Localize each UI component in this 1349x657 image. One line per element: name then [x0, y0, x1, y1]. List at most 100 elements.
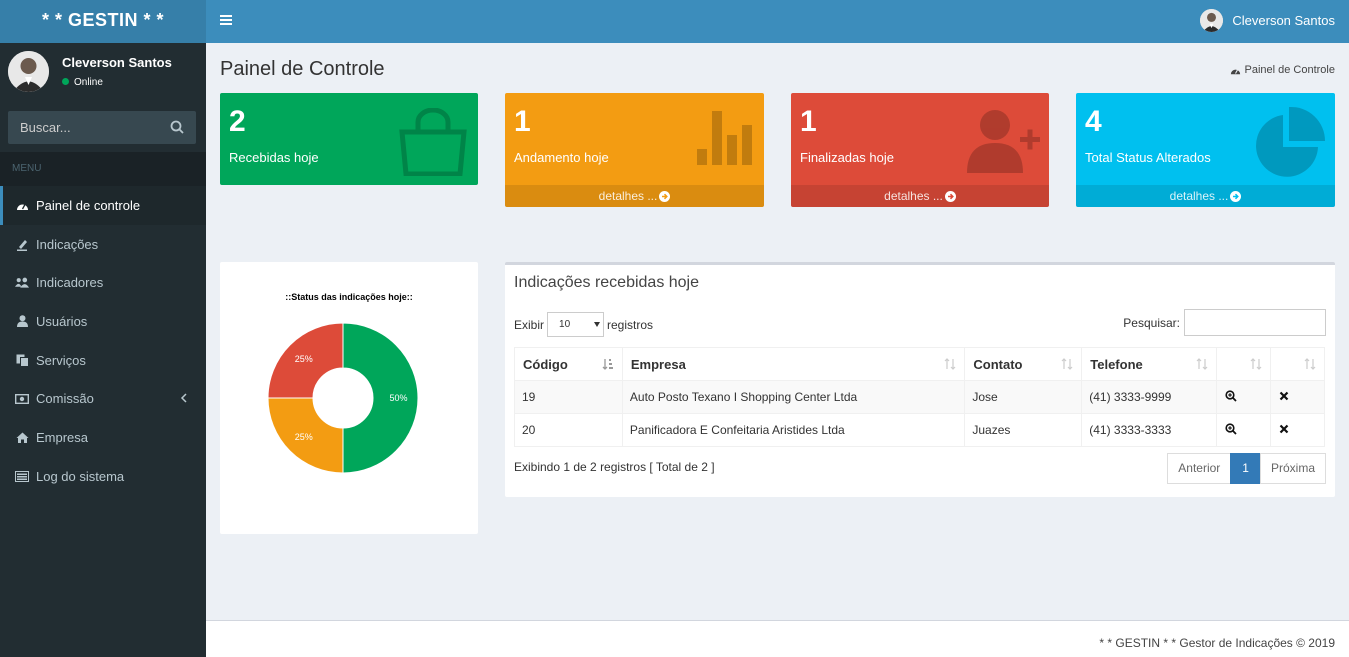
table-search: Pesquisar:	[1123, 309, 1326, 336]
pagination-next-button[interactable]: Próxima	[1259, 453, 1326, 484]
avatar	[1200, 9, 1224, 32]
sidebar-item-log-do-sistema[interactable]: Log do sistema	[0, 457, 206, 496]
money-icon	[15, 392, 29, 406]
footer-text: * * GESTIN * * Gestor de Indicações © 20…	[1099, 636, 1335, 650]
sidebar-item-servicos[interactable]: Serviços	[0, 341, 206, 380]
stat-box-recebidas: 2 Recebidas hoje	[220, 93, 478, 185]
table-search-input[interactable]	[1184, 309, 1326, 336]
sort-both-icon	[944, 358, 956, 370]
pie-chart-icon	[1256, 106, 1325, 177]
cell-empresa: Auto Posto Texano I Shopping Center Ltda	[621, 380, 966, 414]
page-length-control: Exibir 10 registros	[514, 312, 653, 337]
pagination-prev-button[interactable]: Anterior	[1167, 453, 1232, 484]
user-status-label: Online	[74, 77, 103, 88]
col-header-delete[interactable]	[1270, 347, 1325, 381]
data-table: Código Empresa Contato Telefone 19 Auto …	[514, 347, 1325, 447]
cell-empresa: Panificadora E Confeitaria Aristides Ltd…	[621, 413, 966, 447]
sidebar-item-empresa[interactable]: Empresa	[0, 418, 206, 457]
sidebar-item-label: Painel de controle	[36, 197, 141, 213]
stat-label: Andamento hoje	[514, 150, 609, 165]
dashboard-icon	[15, 198, 29, 212]
sidebar-search-input[interactable]	[8, 111, 158, 144]
zoom-in-icon[interactable]	[1225, 422, 1237, 435]
stat-number: 1	[514, 105, 531, 138]
stat-label: Total Status Alterados	[1085, 150, 1211, 165]
col-header-codigo[interactable]: Código	[514, 347, 623, 381]
arrow-circle-right-icon	[1230, 191, 1242, 202]
table-row: 19 Auto Posto Texano I Shopping Center L…	[514, 380, 1325, 414]
breadcrumb[interactable]: Painel de Controle	[1230, 64, 1335, 76]
dashboard-icon	[1231, 68, 1241, 74]
sort-both-icon	[1196, 358, 1208, 370]
pie-slice-label: 25%	[295, 432, 313, 442]
close-icon[interactable]	[1279, 424, 1289, 434]
more-info-label: detalhes ...	[1169, 189, 1229, 203]
more-info-link[interactable]: detalhes ...	[505, 185, 764, 207]
app-logo[interactable]: * * GESTIN * *	[0, 0, 206, 43]
pencil-icon	[15, 237, 29, 251]
menu-header: MENU	[0, 152, 206, 186]
col-header-label: Empresa	[630, 356, 686, 372]
sort-asc-icon	[602, 359, 613, 370]
chevron-left-icon	[180, 393, 187, 403]
user-status: Online	[62, 77, 103, 88]
pie-slice-label: 25%	[295, 354, 313, 364]
more-info-label: detalhes ...	[598, 189, 658, 203]
sidebar-item-painel-de-controle[interactable]: Painel de controle	[0, 186, 206, 225]
col-header-label: Contato	[973, 356, 1023, 372]
col-header-label: Telefone	[1090, 356, 1143, 372]
sort-both-icon	[1061, 358, 1073, 370]
more-info-label: detalhes ...	[884, 189, 943, 203]
table-header-row: Código Empresa Contato Telefone	[514, 347, 1325, 381]
user-icon	[15, 314, 29, 328]
stat-number: 1	[800, 105, 817, 138]
page-title: Painel de Controle	[220, 58, 385, 80]
pagination: Anterior 1 Próxima	[1167, 453, 1326, 484]
page-length-value: 10	[559, 319, 571, 330]
cell-delete	[1270, 413, 1325, 447]
stat-label: Recebidas hoje	[229, 150, 319, 165]
stat-label: Finalizadas hoje	[800, 150, 894, 165]
users-icon	[15, 276, 29, 290]
col-header-empresa[interactable]: Empresa	[621, 347, 966, 381]
zoom-in-icon[interactable]	[1225, 389, 1237, 402]
cell-contato: Juazes	[964, 413, 1083, 447]
cell-codigo: 19	[514, 380, 623, 414]
hamburger-icon[interactable]	[220, 14, 232, 26]
table-row: 20 Panificadora E Confeitaria Aristides …	[514, 413, 1325, 447]
sidebar-item-label: Indicadores	[36, 275, 104, 291]
sidebar-item-indicacoes[interactable]: Indicações	[0, 225, 206, 264]
sidebar-item-comissao[interactable]: Comissão	[0, 379, 206, 418]
sidebar-search	[8, 111, 196, 144]
sidebar-item-usuarios[interactable]: Usuários	[0, 302, 206, 341]
sidebar-item-indicadores[interactable]: Indicadores	[0, 263, 206, 302]
caret-down-icon	[594, 322, 601, 327]
pagination-page-1[interactable]: 1	[1230, 453, 1261, 484]
user-menu[interactable]: Cleverson Santos	[1200, 9, 1335, 32]
pie-slice-label: 50%	[389, 393, 407, 403]
stat-number: 4	[1085, 105, 1102, 138]
online-dot-icon	[62, 78, 69, 85]
cell-delete	[1270, 380, 1325, 414]
col-header-view[interactable]	[1216, 347, 1272, 381]
close-icon[interactable]	[1279, 391, 1289, 401]
user-panel: Cleverson Santos Online	[0, 43, 206, 101]
col-header-label: Código	[523, 356, 568, 372]
search-label: Pesquisar:	[1123, 315, 1180, 330]
search-icon[interactable]	[170, 120, 184, 134]
stat-box-andamento: 1 Andamento hoje detalhes ...	[505, 93, 764, 207]
arrow-circle-right-icon	[659, 191, 671, 202]
sort-both-icon	[1250, 358, 1262, 370]
more-info-link[interactable]: detalhes ...	[791, 185, 1049, 207]
cell-view	[1216, 380, 1272, 414]
sidebar-item-label: Empresa	[36, 429, 89, 445]
sidebar-item-label: Usuários	[36, 313, 88, 329]
more-info-link[interactable]: detalhes ...	[1076, 185, 1335, 207]
page-length-select[interactable]: 10	[547, 312, 605, 337]
col-header-contato[interactable]: Contato	[964, 347, 1083, 381]
cell-telefone: (41) 3333-3333	[1081, 413, 1218, 447]
col-header-telefone[interactable]: Telefone	[1081, 347, 1218, 381]
stat-box-finalizadas: 1 Finalizadas hoje detalhes ...	[791, 93, 1049, 207]
shopping-bag-icon	[399, 108, 467, 176]
sidebar-user-name: Cleverson Santos	[62, 55, 172, 70]
